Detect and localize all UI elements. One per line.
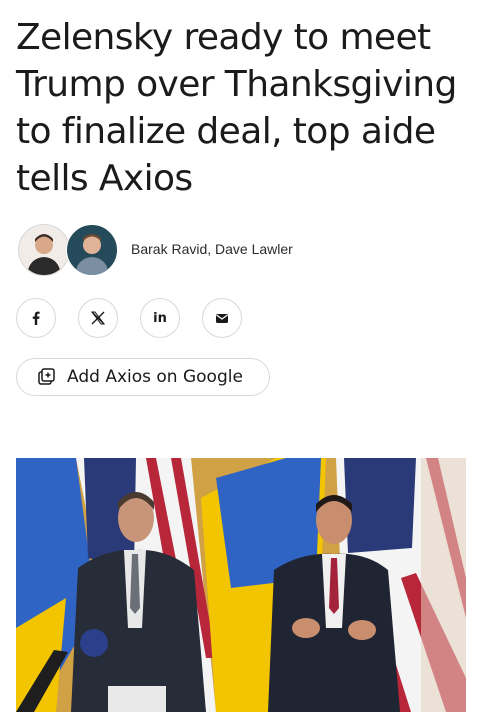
share-buttons: in [16, 298, 242, 338]
avatar[interactable] [66, 224, 118, 276]
add-axios-on-google-button[interactable]: Add Axios on Google [16, 358, 270, 396]
linkedin-icon: in [153, 310, 167, 326]
x-icon [91, 311, 105, 325]
article-photo [16, 458, 466, 712]
share-email-button[interactable] [202, 298, 242, 338]
article-headline: Zelensky ready to meet Trump over Thanks… [16, 17, 457, 199]
share-x-button[interactable] [78, 298, 118, 338]
author-names[interactable]: Barak Ravid, Dave Lawler [131, 241, 293, 257]
avatar[interactable] [18, 224, 70, 276]
email-icon [216, 314, 228, 323]
share-facebook-button[interactable] [16, 298, 56, 338]
share-linkedin-button[interactable]: in [140, 298, 180, 338]
google-button-label: Add Axios on Google [67, 367, 243, 387]
byline: Barak Ravid, Dave Lawler [18, 224, 293, 276]
facebook-icon [32, 311, 40, 325]
author-avatars [18, 224, 118, 276]
add-source-icon [38, 368, 55, 385]
